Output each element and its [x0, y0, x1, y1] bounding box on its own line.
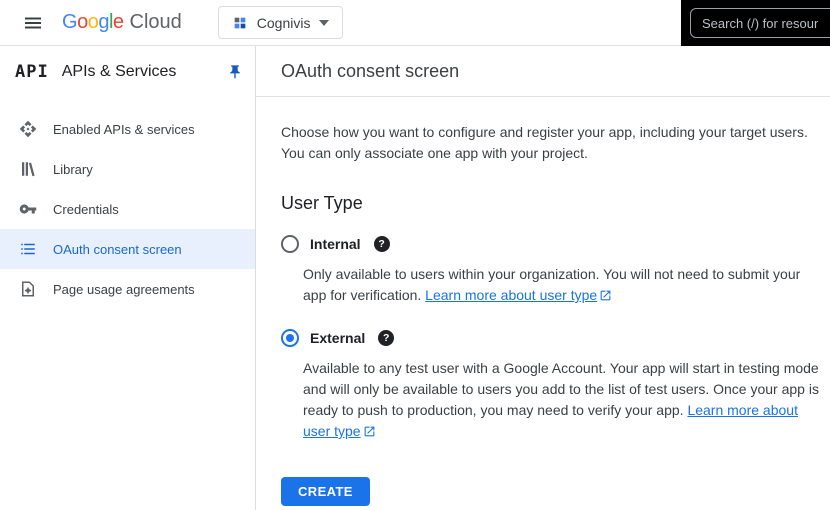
library-icon — [19, 160, 37, 178]
main-panel: OAuth consent screen Choose how you want… — [256, 46, 830, 510]
sidebar-item-enabled-apis[interactable]: Enabled APIs & services — [0, 109, 255, 149]
project-icon — [232, 15, 248, 31]
external-link-icon — [363, 423, 376, 444]
google-cloud-logo: G o o g l e Cloud — [62, 11, 182, 34]
intro-text: Choose how you want to configure and reg… — [281, 122, 830, 164]
create-button[interactable]: CREATE — [281, 477, 370, 506]
logo-letter: e — [113, 11, 124, 34]
api-icon — [19, 120, 37, 138]
option-label-internal[interactable]: Internal — [310, 236, 361, 252]
google-cloud-console: G o o g l e Cloud Cognivis API APIs & Se… — [0, 0, 830, 510]
search-region — [681, 0, 830, 46]
user-type-option-external: External ? — [281, 329, 830, 347]
main-content: Choose how you want to configure and reg… — [256, 97, 830, 506]
page-title: OAuth consent screen — [281, 61, 459, 82]
search-input[interactable] — [690, 8, 830, 38]
sidebar-item-label: OAuth consent screen — [53, 242, 182, 257]
option-description-external: Available to any test user with a Google… — [303, 358, 825, 444]
option-description-internal: Only available to users within your orga… — [303, 264, 811, 308]
sidebar: API APIs & Services Enabled APIs & servi… — [0, 46, 256, 510]
menu-icon[interactable] — [21, 11, 45, 35]
top-bar: G o o g l e Cloud Cognivis — [0, 0, 830, 46]
hamburger-icon — [24, 14, 42, 32]
external-link-icon — [599, 287, 612, 308]
sidebar-item-label: Credentials — [53, 202, 119, 217]
main-header: OAuth consent screen — [256, 46, 830, 97]
project-selector[interactable]: Cognivis — [218, 6, 344, 39]
pin-icon[interactable] — [227, 64, 243, 80]
project-name: Cognivis — [257, 15, 311, 31]
sidebar-item-label: Enabled APIs & services — [53, 122, 195, 137]
sidebar-item-library[interactable]: Library — [0, 149, 255, 189]
sidebar-item-credentials[interactable]: Credentials — [0, 189, 255, 229]
option-label-external[interactable]: External — [310, 330, 365, 346]
radio-internal[interactable] — [281, 235, 299, 253]
logo-cloud-text: Cloud — [130, 11, 182, 34]
user-type-heading: User Type — [281, 193, 830, 214]
sidebar-item-page-usage-agreements[interactable]: Page usage agreements — [0, 269, 255, 309]
help-icon[interactable]: ? — [374, 236, 390, 252]
user-type-option-internal: Internal ? — [281, 235, 830, 253]
api-logo: API — [15, 62, 49, 82]
page-agreements-icon — [19, 280, 37, 298]
radio-external[interactable] — [281, 329, 299, 347]
logo-letter: o — [88, 11, 99, 34]
help-icon[interactable]: ? — [378, 330, 394, 346]
sidebar-title: APIs & Services — [62, 63, 177, 81]
dropdown-arrow-icon — [319, 20, 329, 26]
logo-letter: g — [98, 11, 109, 34]
oauth-consent-icon — [19, 240, 37, 258]
sidebar-nav: Enabled APIs & services Library Credenti… — [0, 97, 255, 309]
sidebar-item-oauth-consent-screen[interactable]: OAuth consent screen — [0, 229, 255, 269]
logo-letter: G — [62, 11, 77, 34]
key-icon — [19, 200, 37, 218]
sidebar-item-label: Page usage agreements — [53, 282, 195, 297]
sidebar-header: API APIs & Services — [0, 46, 255, 97]
learn-more-link[interactable]: Learn more about user type — [425, 287, 597, 303]
logo-letter: o — [77, 11, 88, 34]
sidebar-item-label: Library — [53, 162, 93, 177]
